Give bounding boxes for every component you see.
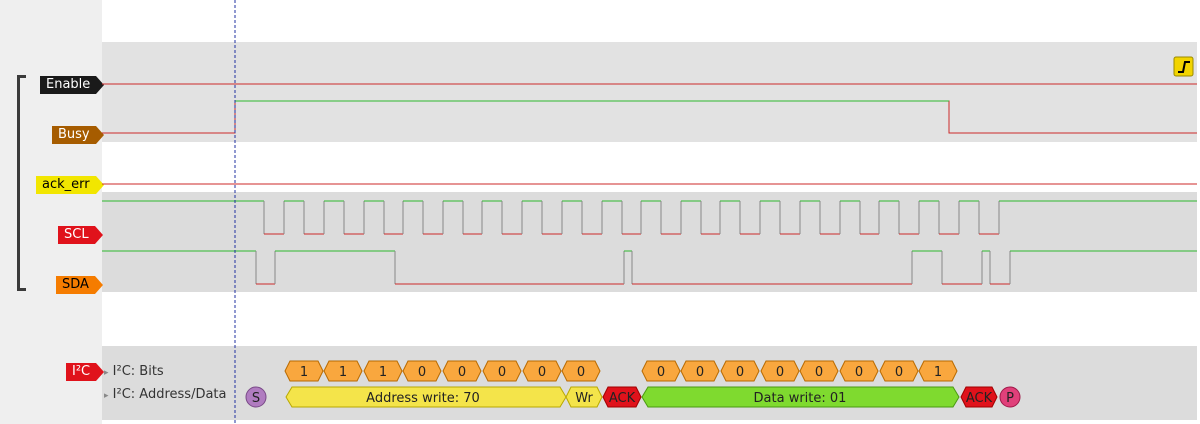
address-write-label: Address write: 70	[366, 391, 480, 406]
channel-label-enable-text: Enable	[46, 77, 91, 92]
address-bit-label: 1	[379, 365, 387, 380]
address-bit-label: 0	[538, 365, 546, 380]
data-write-label: Data write: 01	[754, 391, 847, 406]
wr-label: Wr	[575, 391, 593, 406]
channel-label-busy-text: Busy	[58, 127, 90, 142]
rising-edge-trigger-icon[interactable]	[1173, 56, 1194, 77]
address-bit-label: 0	[458, 365, 466, 380]
data-bit-label: 0	[855, 365, 863, 380]
address-bit-label: 0	[577, 365, 585, 380]
channel-label-scl-text: SCL	[64, 227, 89, 242]
scl-trace	[102, 200, 1197, 235]
data-bit-label: 0	[736, 365, 744, 380]
data-bit-label: 0	[657, 365, 665, 380]
sda-trace	[102, 250, 1197, 285]
address-bit-label: 0	[418, 365, 426, 380]
data-bit-label: 0	[815, 365, 823, 380]
decoder-label-i2c-text: I²C	[72, 364, 91, 379]
data-bit-label: 0	[696, 365, 704, 380]
waveform-canvas[interactable]: 1110000000000001 S Address write: 70 Wr …	[0, 0, 1200, 424]
ack1-label: ACK	[609, 391, 636, 406]
decoder-bits-annotations: 1 1 1 0 0 0 0 0 0 0 0 0 0 0 0 1	[284, 360, 958, 382]
data-bit-label: 0	[776, 365, 784, 380]
channel-label-enable[interactable]: Enable	[40, 76, 105, 94]
address-bit-label: 1	[300, 365, 308, 380]
data-bit-label: 1	[934, 365, 942, 380]
address-bit-label: 0	[498, 365, 506, 380]
data-bit-label: 0	[895, 365, 903, 380]
channel-label-ack-err[interactable]: ack_err	[36, 176, 104, 194]
stop-condition-label: P	[1006, 391, 1014, 406]
channel-label-sda-text: SDA	[62, 277, 89, 292]
busy-trace-outline	[102, 100, 1197, 134]
channel-label-busy[interactable]: Busy	[52, 126, 104, 144]
ack2-label: ACK	[966, 391, 993, 406]
logic-analyzer-view: Enable Busy ack_err SCL SDA I²C ▸ I²C: B…	[0, 0, 1200, 424]
address-bit-label: 1	[339, 365, 347, 380]
channel-label-ack-err-text: ack_err	[42, 177, 90, 192]
start-condition-label: S	[252, 391, 260, 406]
